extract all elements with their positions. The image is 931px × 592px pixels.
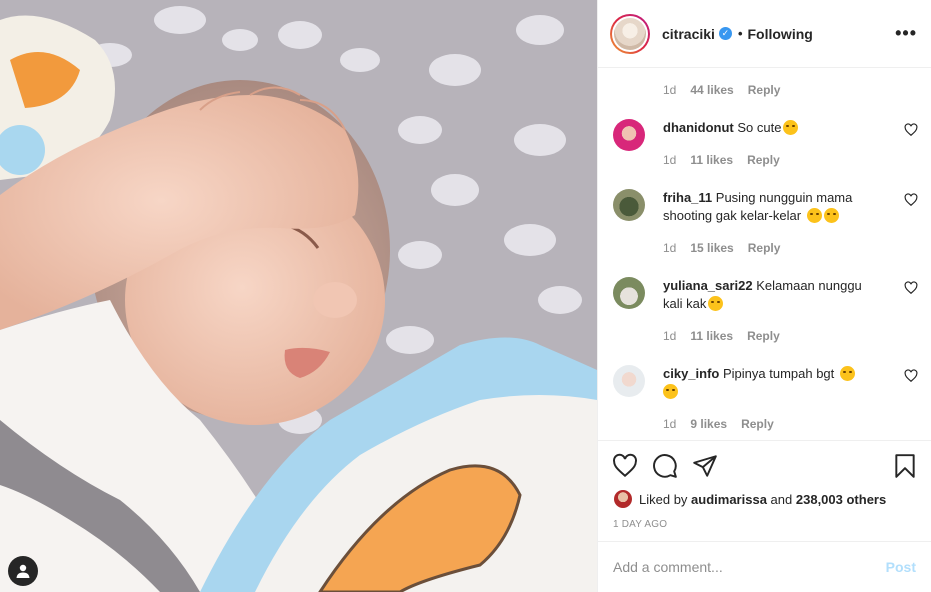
joy-emoji-icon [823, 208, 839, 223]
comment-age: 1d [663, 83, 677, 97]
following-button[interactable]: Following [748, 26, 813, 42]
verified-badge-icon: ✓ [718, 27, 732, 40]
bookmark-icon[interactable] [892, 453, 918, 479]
joy-emoji-icon [663, 384, 678, 399]
baby-photo-illustration [0, 0, 597, 592]
commenter-username[interactable]: dhanidonut [663, 120, 734, 135]
comments-panel: citraciki ✓ • Following ••• 1d 44 likes … [597, 0, 931, 592]
author-avatar [614, 17, 646, 50]
comment-meta: 1d 11 likes Reply [663, 329, 780, 343]
heart-icon[interactable] [904, 123, 918, 137]
liker-avatar[interactable] [614, 490, 632, 508]
liked-by-summary: Liked by audimarissa and 238,003 others [614, 490, 886, 508]
smile-emoji-icon [783, 120, 799, 135]
heart-icon[interactable] [904, 281, 918, 295]
more-options-icon[interactable]: ••• [895, 23, 917, 44]
post-timestamp[interactable]: 1 DAY AGO [613, 519, 667, 530]
reply-button[interactable]: Reply [741, 417, 774, 431]
comment-text: ciky_info Pipinya tumpah bgt [663, 365, 883, 401]
commenter-avatar[interactable] [613, 119, 645, 151]
comment-text: dhanidonut So cute [663, 119, 883, 137]
comment-item: friha_11 Pusing nungguin mama shooting g… [613, 189, 918, 225]
person-icon [16, 564, 30, 578]
comments-list[interactable]: 1d 44 likes Reply dhanidonut So cute 1d … [598, 68, 931, 441]
commenter-username[interactable]: friha_11 [663, 190, 712, 205]
comment-item: ciky_info Pipinya tumpah bgt [613, 365, 918, 401]
comment-text: yuliana_sari22 Kelamaan nunggu kali kak [663, 278, 862, 311]
reply-button[interactable]: Reply [747, 153, 780, 167]
post-button[interactable]: Post [886, 559, 916, 575]
separator-dot: • [737, 26, 743, 41]
action-bar [598, 441, 931, 493]
comment-item: dhanidonut So cute [613, 119, 918, 151]
reply-button[interactable]: Reply [747, 329, 780, 343]
liker-username[interactable]: audimarissa [691, 492, 767, 507]
comment-meta: 1d 11 likes Reply [663, 153, 780, 167]
commenter-avatar[interactable] [613, 365, 645, 397]
commenter-username[interactable]: yuliana_sari22 [663, 278, 753, 293]
comment-meta: 1d 44 likes Reply [663, 83, 780, 97]
author-username[interactable]: citraciki [662, 26, 715, 42]
post-header: citraciki ✓ • Following ••• [598, 0, 931, 68]
comment-meta: 1d 9 likes Reply [663, 417, 774, 431]
comment-meta: 1d 15 likes Reply [663, 241, 781, 255]
heart-icon[interactable] [612, 453, 638, 479]
heart-icon[interactable] [904, 193, 918, 207]
add-comment-input[interactable] [613, 559, 886, 575]
author-avatar-ring[interactable] [610, 13, 650, 54]
commenter-avatar[interactable] [613, 277, 645, 309]
reply-button[interactable]: Reply [748, 83, 781, 97]
add-comment-bar: Post [598, 541, 931, 592]
joy-emoji-icon [708, 296, 724, 311]
comment-item: yuliana_sari22 Kelamaan nunggu kali kak [613, 277, 918, 313]
reply-button[interactable]: Reply [748, 241, 781, 255]
heart-icon[interactable] [904, 369, 918, 383]
comment-text: friha_11 Pusing nungguin mama shooting g… [663, 190, 853, 223]
commenter-avatar[interactable] [613, 189, 645, 221]
user-tag-icon[interactable] [8, 556, 38, 586]
paper-plane-icon[interactable] [692, 453, 718, 479]
commenter-username[interactable]: ciky_info [663, 366, 719, 381]
others-likes-link[interactable]: 238,003 others [796, 492, 886, 507]
joy-emoji-icon [806, 208, 822, 223]
star-struck-emoji-icon [839, 366, 855, 381]
comment-icon[interactable] [652, 453, 678, 479]
post-viewer: citraciki ✓ • Following ••• 1d 44 likes … [0, 0, 931, 592]
post-photo[interactable] [0, 0, 597, 592]
comment-likes[interactable]: 44 likes [690, 83, 733, 97]
